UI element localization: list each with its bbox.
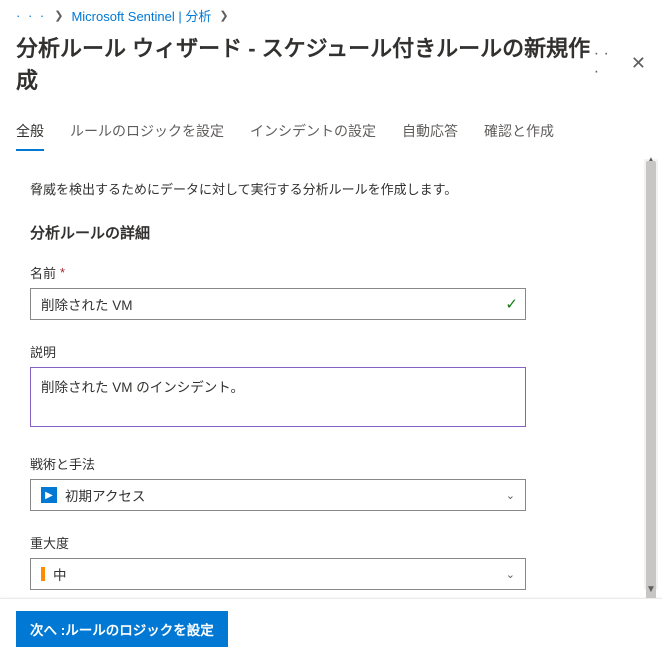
description-input[interactable]: [30, 367, 526, 427]
severity-label: 重大度: [30, 533, 610, 552]
check-icon: ✓: [505, 295, 518, 313]
chevron-down-icon: ⌄: [506, 489, 515, 502]
section-title-details: 分析ルールの詳細: [30, 222, 610, 243]
tab-incident[interactable]: インシデントの設定: [250, 115, 376, 151]
name-label: 名前*: [30, 263, 610, 282]
name-input[interactable]: [30, 288, 526, 320]
close-icon[interactable]: ✕: [631, 53, 646, 74]
footer: 次へ :ルールのロジックを設定: [0, 598, 662, 665]
scroll-down-icon[interactable]: ▼: [644, 582, 658, 596]
intro-text: 脅威を検出するためにデータに対して実行する分析ルールを作成します。: [30, 179, 610, 198]
required-asterisk-icon: *: [60, 265, 65, 280]
tactic-icon: ▶: [41, 487, 57, 503]
more-actions-button[interactable]: · · ·: [594, 45, 617, 81]
tactics-select[interactable]: ▶ 初期アクセス ⌄: [30, 479, 526, 511]
severity-bar-icon: [41, 567, 45, 581]
page-title: 分析ルール ウィザード - スケジュール付きルールの新規作成: [16, 31, 594, 95]
chevron-right-icon: ❯: [219, 9, 228, 22]
severity-select[interactable]: 中 ⌄: [30, 558, 526, 590]
severity-value: 中: [53, 564, 67, 584]
tab-general[interactable]: 全般: [16, 115, 44, 151]
tab-review[interactable]: 確認と作成: [484, 115, 554, 151]
scrollbar-track[interactable]: ▲ ▼: [644, 159, 658, 590]
breadcrumb: · · · ❯ Microsoft Sentinel | 分析 ❯: [0, 0, 662, 27]
tab-logic[interactable]: ルールのロジックを設定: [70, 115, 224, 151]
tactics-label: 戦術と手法: [30, 454, 610, 473]
chevron-right-icon: ❯: [54, 9, 63, 22]
breadcrumb-link-sentinel[interactable]: Microsoft Sentinel | 分析: [71, 6, 211, 25]
chevron-down-icon: ⌄: [506, 568, 515, 581]
next-button[interactable]: 次へ :ルールのロジックを設定: [16, 611, 228, 647]
tactics-value: 初期アクセス: [65, 485, 145, 505]
tab-autoresp[interactable]: 自動応答: [402, 115, 458, 151]
description-label: 説明: [30, 342, 610, 361]
scrollbar-thumb[interactable]: [646, 161, 656, 598]
page-header: 分析ルール ウィザード - スケジュール付きルールの新規作成 · · · ✕: [0, 27, 662, 115]
tabs: 全般 ルールのロジックを設定 インシデントの設定 自動応答 確認と作成: [0, 115, 662, 151]
breadcrumb-ellipsis[interactable]: · · ·: [16, 8, 46, 23]
form-body: 脅威を検出するためにデータに対して実行する分析ルールを作成します。 分析ルールの…: [0, 151, 640, 598]
